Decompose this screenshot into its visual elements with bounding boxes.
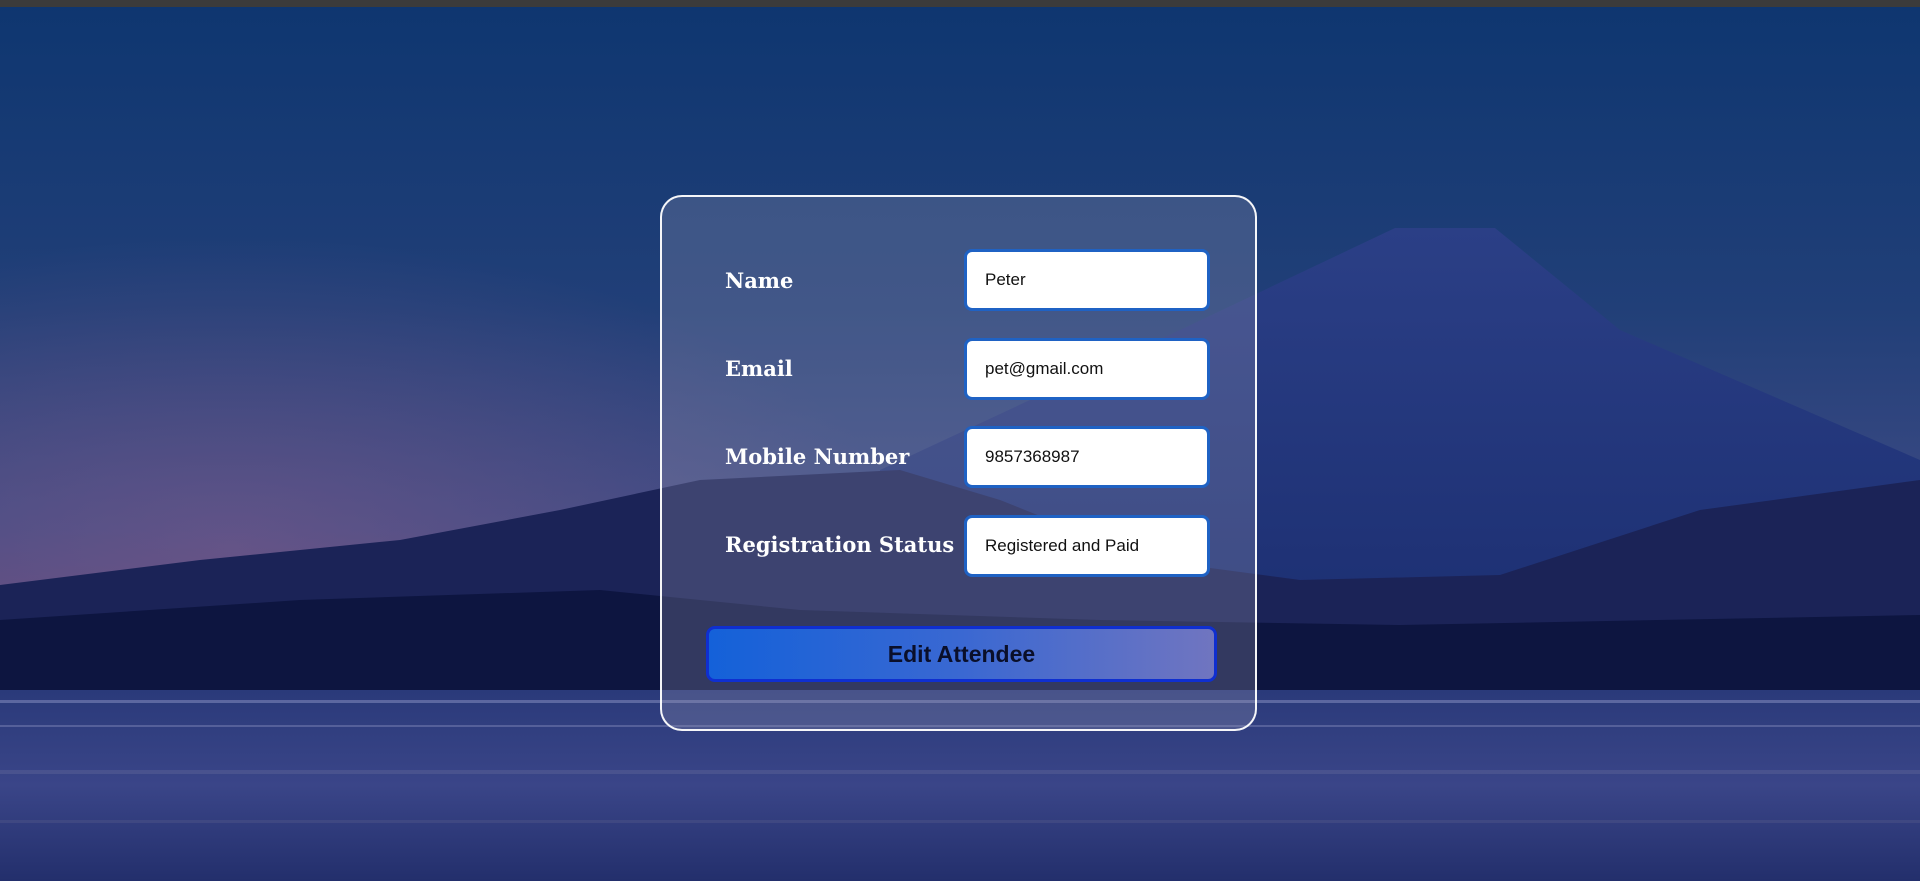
attendee-form-card: Name Email Mobile Number Registration St… xyxy=(660,195,1257,731)
name-label: Name xyxy=(725,268,794,293)
email-label: Email xyxy=(725,356,793,381)
registration-status-label: Registration Status xyxy=(725,532,955,557)
registration-status-input[interactable] xyxy=(964,515,1210,577)
browser-top-bar xyxy=(0,0,1920,7)
name-input[interactable] xyxy=(964,249,1210,311)
mobile-number-label: Mobile Number xyxy=(725,444,910,469)
edit-attendee-button[interactable]: Edit Attendee xyxy=(706,626,1217,682)
email-input[interactable] xyxy=(964,338,1210,400)
mobile-number-input[interactable] xyxy=(964,426,1210,488)
